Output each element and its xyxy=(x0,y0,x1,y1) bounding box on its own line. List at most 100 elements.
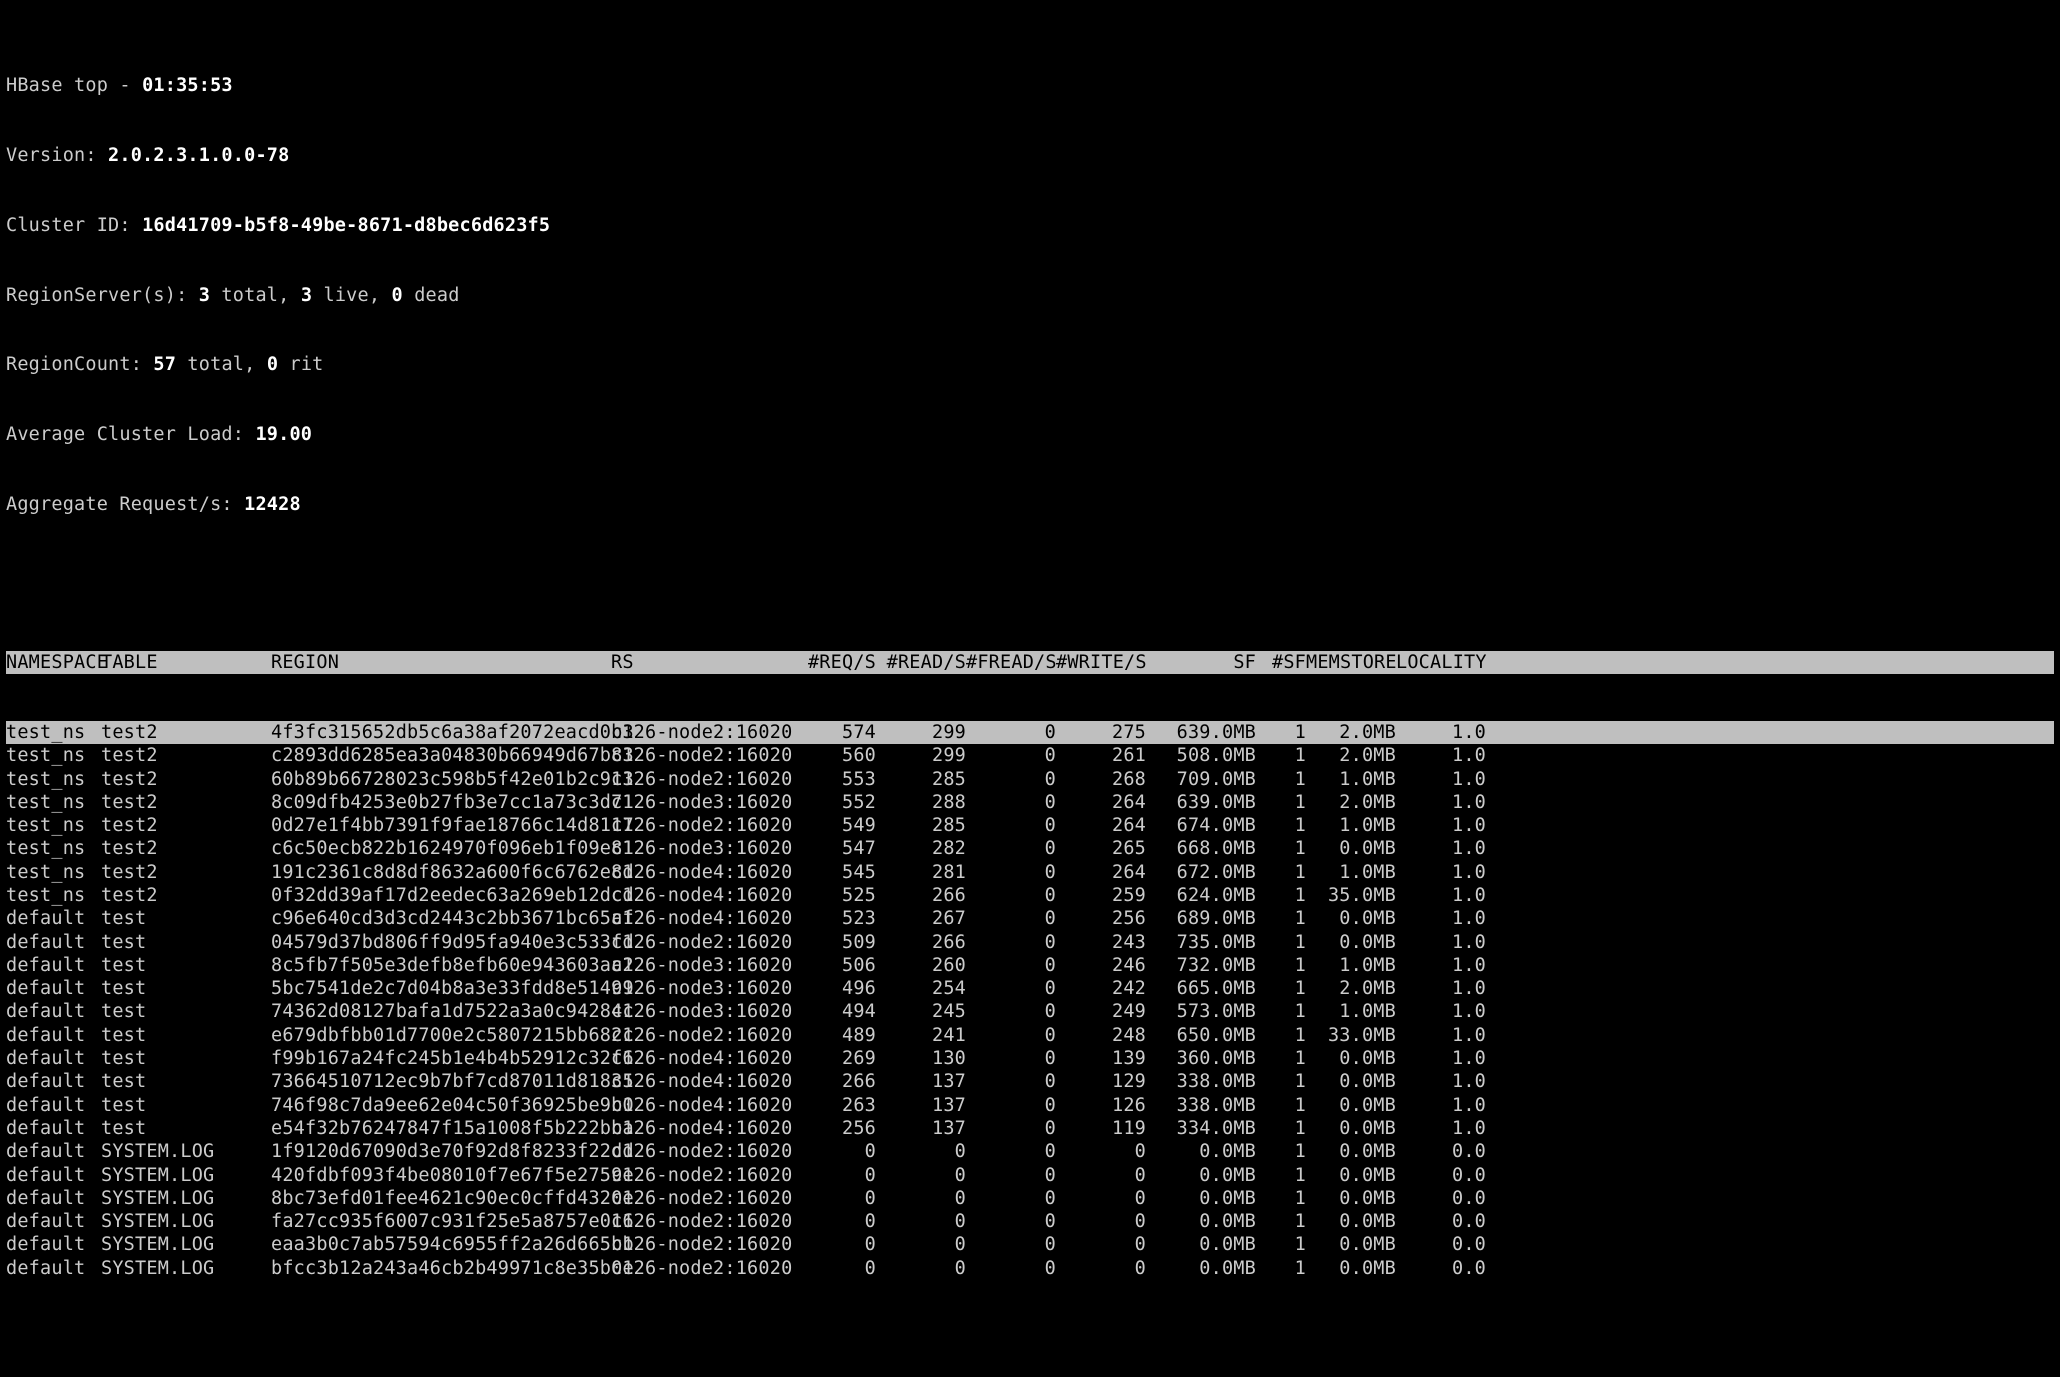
table-row[interactable]: defaultSYSTEM.LOG1f9120d67090d3e70f92d8f… xyxy=(6,1140,2054,1163)
table-row[interactable]: test_nstest20f32dd39af17d2eedec63a269eb1… xyxy=(6,884,2054,907)
cell-sf: 732.0MB xyxy=(1146,954,1256,977)
cell-memstore: 1.0MB xyxy=(1306,768,1396,791)
cell-freads: 0 xyxy=(966,814,1056,837)
table-row[interactable]: test_nstest2c6c50ecb822b1624970f096eb1f0… xyxy=(6,837,2054,860)
cell-nsf: 1 xyxy=(1256,814,1306,837)
table-row[interactable]: defaultSYSTEM.LOGeaa3b0c7ab57594c6955ff2… xyxy=(6,1233,2054,1256)
cell-freads: 0 xyxy=(966,1257,1056,1280)
table-row[interactable]: defaultteste679dbfbb01d7700e2c5807215bb6… xyxy=(6,1024,2054,1047)
cell-freads: 0 xyxy=(966,791,1056,814)
cell-namespace: default xyxy=(6,931,101,954)
cell-locality: 1.0 xyxy=(1396,1000,1486,1023)
cell-freads: 0 xyxy=(966,1140,1056,1163)
cell-locality: 1.0 xyxy=(1396,1070,1486,1093)
table-row[interactable]: defaulttest74362d08127bafa1d7522a3a0c942… xyxy=(6,1000,2054,1023)
cell-table: test2 xyxy=(101,861,271,884)
title-time: 01:35:53 xyxy=(142,74,233,97)
cell-reads: 0 xyxy=(876,1164,966,1187)
cell-writes: 0 xyxy=(1056,1257,1146,1280)
table-row[interactable]: defaulttest746f98c7da9ee62e04c50f36925be… xyxy=(6,1094,2054,1117)
rs-total: 3 xyxy=(199,284,210,307)
cell-rs: c126-node2:16020 xyxy=(611,1257,801,1280)
table-row[interactable]: test_nstest2c2893dd6285ea3a04830b66949d6… xyxy=(6,744,2054,767)
cell-reqs: 0 xyxy=(801,1164,876,1187)
cell-nsf: 1 xyxy=(1256,1047,1306,1070)
cell-memstore: 0.0MB xyxy=(1306,907,1396,930)
cell-writes: 268 xyxy=(1056,768,1146,791)
cell-writes: 246 xyxy=(1056,954,1146,977)
table-row[interactable]: defaulttest8c5fb7f505e3defb8efb60e943603… xyxy=(6,954,2054,977)
table-row[interactable]: defaultSYSTEM.LOGbfcc3b12a243a46cb2b4997… xyxy=(6,1257,2054,1280)
cell-nsf: 1 xyxy=(1256,1000,1306,1023)
cell-rs: c126-node3:16020 xyxy=(611,837,801,860)
col-region: REGION xyxy=(271,651,611,674)
cell-namespace: test_ns xyxy=(6,837,101,860)
terminal-screen[interactable]: HBase top - 01:35:53 Version: 2.0.2.3.1.… xyxy=(0,0,2060,1377)
rs-live: 3 xyxy=(301,284,312,307)
table-row[interactable]: defaulttestc96e640cd3d3cd2443c2bb3671bc6… xyxy=(6,907,2054,930)
cell-reqs: 256 xyxy=(801,1117,876,1140)
cell-freads: 0 xyxy=(966,1094,1056,1117)
cell-region: c96e640cd3d3cd2443c2bb3671bc65af xyxy=(271,907,611,930)
regioncount-rit-suffix: rit xyxy=(278,353,323,376)
cell-memstore: 1.0MB xyxy=(1306,814,1396,837)
table-row[interactable]: defaulttestf99b167a24fc245b1e4b4b52912c3… xyxy=(6,1047,2054,1070)
table-row[interactable]: defaultSYSTEM.LOGfa27cc935f6007c931f25e5… xyxy=(6,1210,2054,1233)
cell-sf: 709.0MB xyxy=(1146,768,1256,791)
cell-memstore: 0.0MB xyxy=(1306,1070,1396,1093)
cell-rs: c126-node2:16020 xyxy=(611,768,801,791)
rs-total-suffix: total, xyxy=(210,284,301,307)
table-row[interactable]: defaulttest04579d37bd806ff9d95fa940e3c53… xyxy=(6,931,2054,954)
cell-namespace: test_ns xyxy=(6,884,101,907)
cell-region: c2893dd6285ea3a04830b66949d67b83 xyxy=(271,744,611,767)
cell-locality: 0.0 xyxy=(1396,1140,1486,1163)
cell-region: 1f9120d67090d3e70f92d8f8233f22dd xyxy=(271,1140,611,1163)
cell-table: test xyxy=(101,1000,271,1023)
cell-region: 73664510712ec9b7bf7cd87011d81835 xyxy=(271,1070,611,1093)
cell-locality: 1.0 xyxy=(1396,931,1486,954)
cell-table: test2 xyxy=(101,837,271,860)
cell-reqs: 494 xyxy=(801,1000,876,1023)
cell-reads: 130 xyxy=(876,1047,966,1070)
table-row[interactable]: test_nstest28c09dfb4253e0b27fb3e7cc1a73c… xyxy=(6,791,2054,814)
cell-reads: 266 xyxy=(876,884,966,907)
table-row[interactable]: test_nstest2191c2361c8d8df8632a600f6c676… xyxy=(6,861,2054,884)
regioncount-rit: 0 xyxy=(267,353,278,376)
cell-region: 8c09dfb4253e0b27fb3e7cc1a73c3d71 xyxy=(271,791,611,814)
cell-writes: 126 xyxy=(1056,1094,1146,1117)
cell-sf: 360.0MB xyxy=(1146,1047,1256,1070)
table-row[interactable]: defaulttest73664510712ec9b7bf7cd87011d81… xyxy=(6,1070,2054,1093)
cell-rs: c126-node4:16020 xyxy=(611,884,801,907)
table-row[interactable]: test_nstest260b89b66728023c598b5f42e01b2… xyxy=(6,768,2054,791)
cell-table: test2 xyxy=(101,721,271,744)
cell-sf: 639.0MB xyxy=(1146,721,1256,744)
table-row[interactable]: defaultSYSTEM.LOG8bc73efd01fee4621c90ec0… xyxy=(6,1187,2054,1210)
cell-writes: 264 xyxy=(1056,791,1146,814)
cell-region: c6c50ecb822b1624970f096eb1f09e81 xyxy=(271,837,611,860)
regioncount-total: 57 xyxy=(153,353,176,376)
cell-region: 746f98c7da9ee62e04c50f36925be9b0 xyxy=(271,1094,611,1117)
cell-table: test xyxy=(101,1047,271,1070)
cell-writes: 248 xyxy=(1056,1024,1146,1047)
table-row[interactable]: defaulttest5bc7541de2c7d04b8a3e33fdd8e51… xyxy=(6,977,2054,1000)
col-locality: LOCALITY xyxy=(1396,651,1486,674)
cell-sf: 689.0MB xyxy=(1146,907,1256,930)
cell-rs: c126-node2:16020 xyxy=(611,721,801,744)
cell-rs: c126-node4:16020 xyxy=(611,1094,801,1117)
cell-table: test xyxy=(101,1024,271,1047)
table-row[interactable]: defaultSYSTEM.LOG420fdbf093f4be08010f7e6… xyxy=(6,1164,2054,1187)
cell-rs: c126-node3:16020 xyxy=(611,1000,801,1023)
cell-reqs: 0 xyxy=(801,1140,876,1163)
table-row[interactable]: defaultteste54f32b76247847f15a1008f5b222… xyxy=(6,1117,2054,1140)
cell-locality: 1.0 xyxy=(1396,977,1486,1000)
cell-locality: 1.0 xyxy=(1396,791,1486,814)
col-rs: RS xyxy=(611,651,801,674)
table-row[interactable]: test_nstest20d27e1f4bb7391f9fae18766c14d… xyxy=(6,814,2054,837)
table-row[interactable]: test_nstest24f3fc315652db5c6a38af2072eac… xyxy=(6,721,2054,744)
cell-table: test2 xyxy=(101,884,271,907)
col-freads: #FREAD/S xyxy=(966,651,1056,674)
cell-writes: 256 xyxy=(1056,907,1146,930)
cell-namespace: default xyxy=(6,1164,101,1187)
cell-locality: 1.0 xyxy=(1396,1024,1486,1047)
cell-reqs: 269 xyxy=(801,1047,876,1070)
